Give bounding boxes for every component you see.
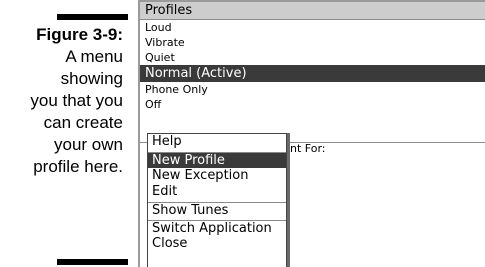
profile-item-quiet[interactable]: Quiet (140, 50, 485, 65)
menu-item-help[interactable]: Help (148, 134, 286, 150)
caption-line: you that you (30, 91, 123, 110)
menu-item-new-profile[interactable]: New Profile (148, 152, 286, 168)
menu-list: Help New Profile New Exception Edit Show… (148, 134, 286, 252)
profile-item-phone-only[interactable]: Phone Only (140, 82, 485, 97)
menu-item-new-exception[interactable]: New Exception (148, 168, 286, 184)
screen-title: Profiles (140, 2, 485, 20)
device-screen: Profiles Loud Vibrate Quiet Normal (Acti… (138, 0, 485, 267)
caption-line: can create (43, 113, 123, 132)
obscured-field-label: nt For: (290, 142, 326, 155)
caption-line: profile here. (33, 157, 123, 176)
caption-bottom-rule (57, 259, 128, 265)
menu-item-switch-application[interactable]: Switch Application (148, 220, 286, 236)
caption-line: showing (60, 69, 123, 88)
profile-list: Loud Vibrate Quiet Normal (Active) Phone… (140, 20, 485, 112)
profile-item-vibrate[interactable]: Vibrate (140, 35, 485, 50)
figure-caption: Figure 3-9: A menu showing you that you … (0, 24, 123, 178)
profile-item-off[interactable]: Off (140, 97, 485, 112)
context-menu: Help New Profile New Exception Edit Show… (147, 133, 287, 267)
figure-label: Figure 3-9: (36, 25, 123, 44)
menu-item-show-tunes[interactable]: Show Tunes (148, 202, 286, 218)
profile-item-normal-active[interactable]: Normal (Active) (140, 65, 485, 82)
profile-item-loud[interactable]: Loud (140, 20, 485, 35)
menu-item-edit[interactable]: Edit (148, 184, 286, 200)
caption-top-rule (57, 14, 128, 20)
caption-line: your own (54, 135, 123, 154)
caption-line: A menu (65, 47, 123, 66)
menu-item-close[interactable]: Close (148, 236, 286, 252)
